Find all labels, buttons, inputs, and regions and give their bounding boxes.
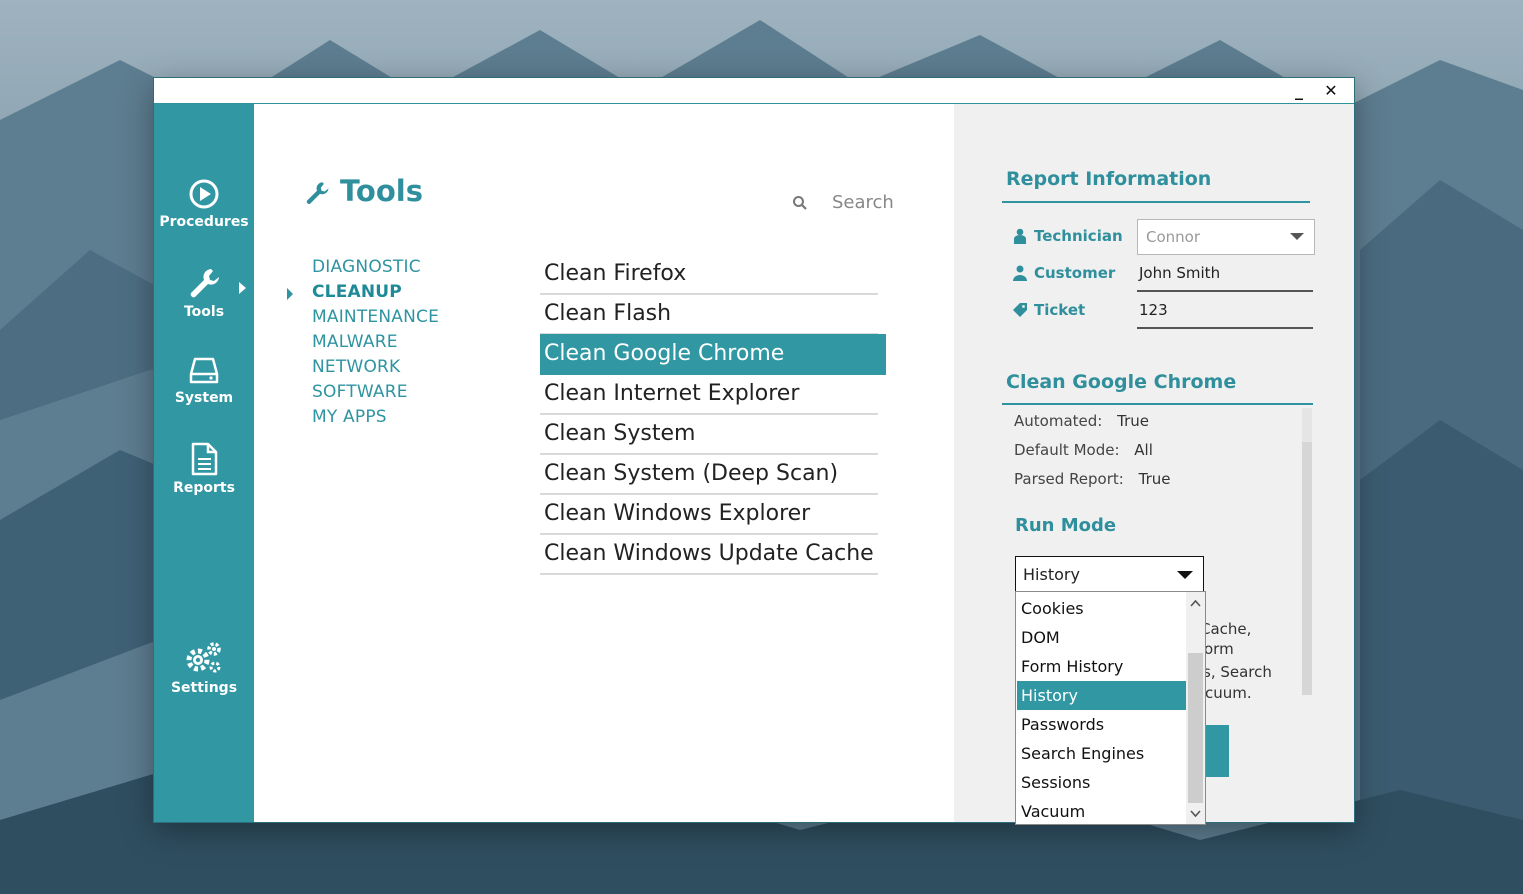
description-fragment: s, Search — [1203, 663, 1272, 681]
run-mode-title: Run Mode — [1015, 515, 1117, 536]
default-mode-property: Default Mode: All — [1014, 441, 1153, 459]
tool-item[interactable]: Clean System — [540, 414, 878, 455]
sidebar-item-label: Reports — [173, 480, 235, 496]
run-mode-option[interactable]: Cookies — [1017, 594, 1186, 623]
technician-select[interactable]: Connor — [1137, 219, 1315, 255]
report-info-title: Report Information — [1006, 168, 1212, 190]
active-indicator-arrow — [239, 282, 246, 294]
run-mode-option[interactable]: Sessions — [1017, 768, 1186, 797]
sidebar-item-procedures[interactable]: Procedures — [154, 178, 254, 230]
tool-item-selected[interactable]: Clean Google Chrome — [540, 334, 886, 375]
run-mode-option-selected[interactable]: History — [1017, 681, 1186, 710]
search-input[interactable]: Search — [832, 192, 894, 213]
tool-item[interactable]: Clean Internet Explorer — [540, 374, 878, 415]
wrench-icon — [190, 269, 219, 298]
sidebar-item-tools[interactable]: Tools — [154, 266, 254, 320]
scroll-down-icon[interactable] — [1190, 808, 1201, 819]
sidebar-item-label: Procedures — [159, 214, 249, 230]
run-mode-dropdown-list: Cookies DOM Form History History Passwor… — [1015, 591, 1206, 825]
sidebar-item-label: Tools — [183, 304, 225, 320]
gears-icon — [186, 642, 221, 673]
drive-icon — [189, 357, 219, 384]
sidebar-item-settings[interactable]: Settings — [154, 640, 254, 696]
dropdown-scrollbar[interactable] — [1186, 592, 1205, 824]
details-scrollbar-thumb[interactable] — [1302, 408, 1312, 442]
caret-down-icon — [1177, 571, 1193, 579]
main-panel: Tools Search DIAGNOSTIC CLEANUP MAINTENA… — [254, 104, 954, 822]
tag-icon — [1013, 303, 1027, 317]
category-cleanup[interactable]: CLEANUP — [287, 282, 402, 302]
parsed-report-property: Parsed Report: True — [1014, 470, 1171, 488]
description-fragment: Cache, — [1200, 620, 1252, 638]
play-circle-icon — [189, 179, 219, 209]
close-button[interactable]: ✕ — [1316, 78, 1346, 103]
run-mode-select[interactable]: History — [1015, 556, 1204, 592]
page-title-text: Tools — [340, 174, 423, 208]
run-mode-option[interactable]: Search Engines — [1017, 739, 1186, 768]
category-software[interactable]: SOFTWARE — [312, 382, 408, 402]
category-label: CLEANUP — [312, 282, 402, 302]
scroll-up-icon[interactable] — [1190, 598, 1201, 609]
divider — [1002, 403, 1313, 405]
sidebar-item-label: System — [174, 390, 234, 406]
sidebar-item-label: Settings — [170, 680, 238, 696]
ticket-field[interactable]: 123 — [1137, 293, 1313, 329]
technician-icon — [1014, 228, 1026, 244]
document-icon — [191, 442, 218, 476]
run-mode-option[interactable]: Vacuum — [1017, 797, 1186, 826]
divider — [1002, 201, 1310, 203]
sidebar-item-system[interactable]: System — [154, 354, 254, 406]
category-maintenance[interactable]: MAINTENANCE — [312, 307, 439, 327]
description-fragment: cuum. — [1205, 684, 1252, 702]
tool-item[interactable]: Clean Firefox — [540, 254, 878, 295]
tool-item[interactable]: Clean System (Deep Scan) — [540, 454, 878, 495]
sidebar: Procedures Tools System Reports Settings — [154, 104, 254, 822]
wrench-icon — [306, 182, 329, 204]
dropdown-scrollbar-thumb[interactable] — [1188, 653, 1203, 803]
category-malware[interactable]: MALWARE — [312, 332, 398, 352]
category-network[interactable]: NETWORK — [312, 357, 400, 377]
search-icon — [793, 196, 807, 210]
user-icon — [1013, 265, 1027, 281]
tool-item[interactable]: Clean Windows Explorer — [540, 494, 878, 535]
details-scrollbar[interactable] — [1302, 408, 1312, 695]
category-diagnostic[interactable]: DIAGNOSTIC — [312, 257, 421, 277]
run-mode-option[interactable]: DOM — [1017, 623, 1186, 652]
run-mode-option[interactable]: Form History — [1017, 652, 1186, 681]
automated-property: Automated: True — [1014, 412, 1149, 430]
tool-item[interactable]: Clean Windows Update Cache — [540, 534, 878, 575]
minimize-button[interactable]: _ — [1284, 78, 1314, 103]
run-mode-option[interactable]: Passwords — [1017, 710, 1186, 739]
category-my-apps[interactable]: MY APPS — [312, 407, 387, 427]
tool-details-title: Clean Google Chrome — [1006, 371, 1237, 393]
description-fragment: orm — [1204, 640, 1234, 658]
title-bar: _ ✕ — [154, 78, 1354, 104]
customer-field[interactable]: John Smith — [1137, 256, 1313, 292]
sidebar-item-reports[interactable]: Reports — [154, 442, 254, 496]
selected-arrow-icon — [287, 288, 293, 300]
chevron-down-icon — [1290, 233, 1304, 240]
search-box[interactable]: Search — [792, 192, 952, 218]
tool-item[interactable]: Clean Flash — [540, 294, 878, 335]
